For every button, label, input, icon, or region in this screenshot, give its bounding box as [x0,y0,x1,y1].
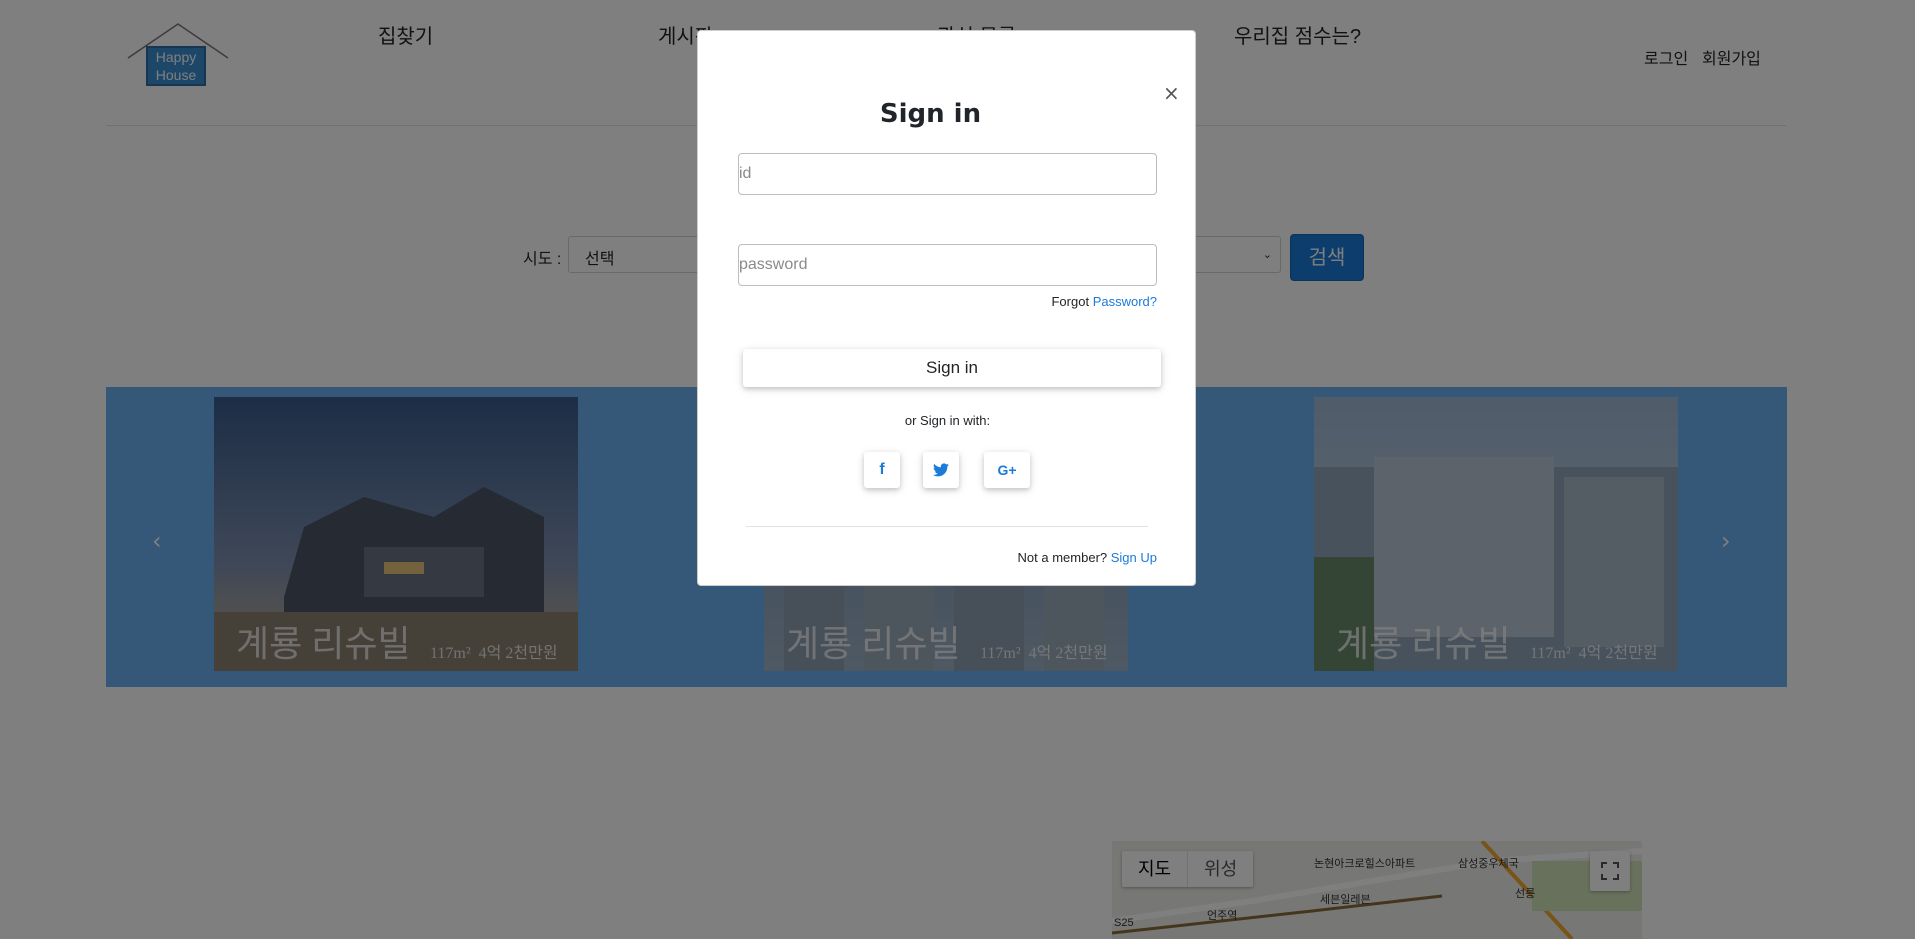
password-input[interactable] [738,244,1157,286]
not-member-text: Not a member? [1017,550,1108,565]
id-input[interactable] [738,153,1157,195]
not-member: Not a member? Sign Up [698,550,1157,565]
forgot-password: Forgot Password? [698,294,1157,309]
modal-divider [746,526,1148,527]
google-plus-icon[interactable]: G+ [984,452,1030,488]
or-signin-with: or Sign in with: [904,413,991,428]
close-icon[interactable]: × [1163,81,1180,105]
signin-modal: Sign in × Forgot Password? Sign in or Si… [697,30,1196,586]
signin-button[interactable]: Sign in [743,349,1161,387]
signup-modal-link[interactable]: Sign Up [1111,550,1157,565]
twitter-icon[interactable] [923,452,959,488]
forgot-password-link[interactable]: Password? [1093,294,1157,309]
modal-title: Sign in [879,99,982,129]
forgot-prefix: Forgot [1051,294,1090,309]
facebook-icon[interactable]: f [864,452,900,488]
